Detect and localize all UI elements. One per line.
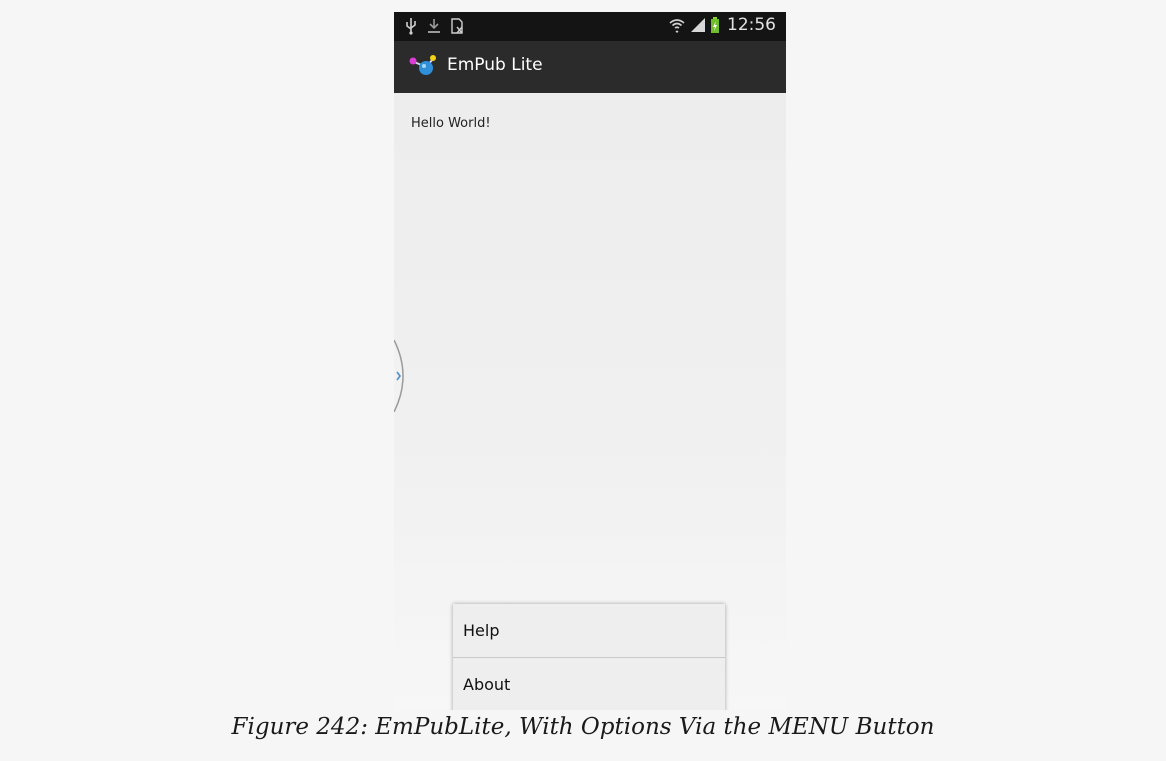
menu-item-help[interactable]: Help (453, 604, 725, 657)
battery-icon (711, 17, 719, 33)
app-title: EmPub Lite (447, 55, 543, 75)
usb-icon (406, 18, 416, 35)
app-logo-icon[interactable] (408, 53, 438, 79)
sim-icon (451, 18, 463, 34)
system-icons: 12:56 (668, 15, 776, 35)
figure-caption: Figure 242: EmPubLite, With Options Via … (231, 714, 935, 740)
device-screen: 12:56 EmPub Lite Hello World! Help About (394, 12, 786, 710)
clock: 12:56 (727, 15, 776, 35)
wifi-icon (669, 19, 685, 33)
signal-icon (691, 18, 705, 32)
action-bar: EmPub Lite (394, 41, 786, 93)
hello-text: Hello World! (411, 116, 491, 131)
menu-item-about[interactable]: About (453, 658, 725, 710)
download-icon (428, 19, 440, 33)
chevron-right-icon[interactable] (394, 340, 412, 412)
status-bar: 12:56 (394, 12, 786, 41)
notification-icons (404, 17, 464, 35)
options-menu: Help About (453, 604, 725, 710)
